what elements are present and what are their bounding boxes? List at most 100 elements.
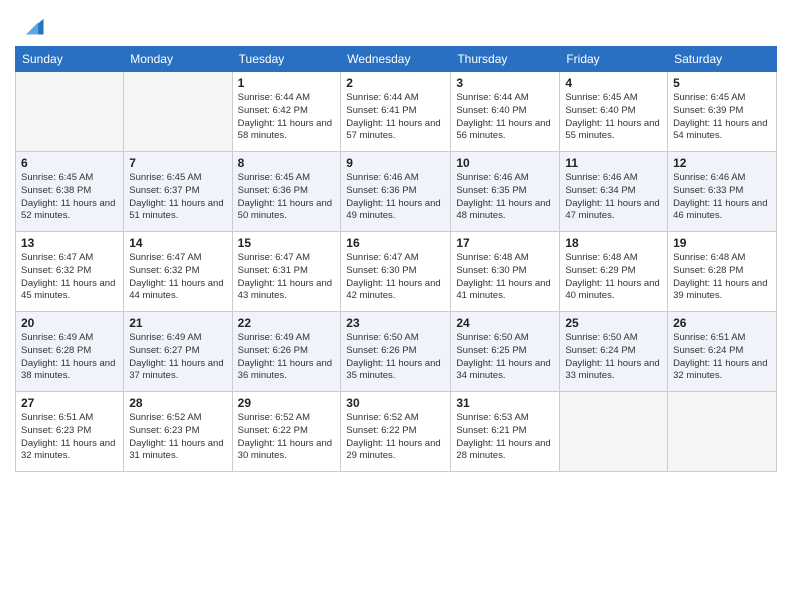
calendar-cell [16,72,124,152]
calendar-cell: 11Sunrise: 6:46 AMSunset: 6:34 PMDayligh… [560,152,668,232]
weekday-header: Monday [124,47,232,72]
day-number: 20 [21,316,118,330]
day-info: Sunrise: 6:46 AMSunset: 6:34 PMDaylight:… [565,172,662,223]
logo [15,10,47,38]
day-info: Sunrise: 6:45 AMSunset: 6:39 PMDaylight:… [673,92,771,143]
calendar-cell: 4 Sunrise: 6:45 AMSunset: 6:40 PMDaylight… [560,72,668,152]
calendar-week-row: 20 Sunrise: 6:49 AMSunset: 6:28 PMDayligh… [16,312,777,392]
day-number: 13 [21,236,118,250]
calendar-cell: 18Sunrise: 6:48 AMSunset: 6:29 PMDayligh… [560,232,668,312]
day-number: 3 [456,76,554,90]
calendar-cell [124,72,232,152]
day-info: Sunrise: 6:48 AMSunset: 6:28 PMDaylight:… [673,252,771,303]
day-info: Sunrise: 6:50 AMSunset: 6:25 PMDaylight:… [456,332,554,383]
day-number: 6 [21,156,118,170]
calendar-cell: 3 Sunrise: 6:44 AMSunset: 6:40 PMDaylight… [451,72,560,152]
day-info: Sunrise: 6:45 AMSunset: 6:38 PMDaylight:… [21,172,118,223]
calendar-cell: 15Sunrise: 6:47 AMSunset: 6:31 PMDayligh… [232,232,341,312]
weekday-header: Friday [560,47,668,72]
weekday-header: Tuesday [232,47,341,72]
day-info: Sunrise: 6:52 AMSunset: 6:23 PMDaylight:… [129,412,226,463]
day-info: Sunrise: 6:53 AMSunset: 6:21 PMDaylight:… [456,412,554,463]
day-number: 4 [565,76,662,90]
day-info: Sunrise: 6:47 AMSunset: 6:30 PMDaylight:… [346,252,445,303]
day-info: Sunrise: 6:45 AMSunset: 6:36 PMDaylight:… [238,172,336,223]
calendar-cell: 1 Sunrise: 6:44 AMSunset: 6:42 PMDaylight… [232,72,341,152]
calendar-cell: 13 Sunrise: 6:47 AMSunset: 6:32 PMDayligh… [16,232,124,312]
day-number: 5 [673,76,771,90]
day-number: 21 [129,316,226,330]
calendar-table: SundayMondayTuesdayWednesdayThursdayFrid… [15,46,777,472]
day-number: 7 [129,156,226,170]
day-info: Sunrise: 6:46 AMSunset: 6:33 PMDaylight:… [673,172,771,223]
day-number: 12 [673,156,771,170]
day-info: Sunrise: 6:49 AMSunset: 6:26 PMDaylight:… [238,332,336,383]
calendar-cell: 29 Sunrise: 6:52 AMSunset: 6:22 PMDayligh… [232,392,341,472]
calendar-cell: 21 Sunrise: 6:49 AMSunset: 6:27 PMDayligh… [124,312,232,392]
calendar-cell: 6 Sunrise: 6:45 AMSunset: 6:38 PMDaylight… [16,152,124,232]
calendar-week-row: 6 Sunrise: 6:45 AMSunset: 6:38 PMDaylight… [16,152,777,232]
day-number: 10 [456,156,554,170]
day-number: 9 [346,156,445,170]
page: SundayMondayTuesdayWednesdayThursdayFrid… [0,0,792,612]
day-number: 18 [565,236,662,250]
day-info: Sunrise: 6:48 AMSunset: 6:30 PMDaylight:… [456,252,554,303]
day-info: Sunrise: 6:47 AMSunset: 6:32 PMDaylight:… [129,252,226,303]
calendar-cell: 16Sunrise: 6:47 AMSunset: 6:30 PMDayligh… [341,232,451,312]
day-number: 28 [129,396,226,410]
day-number: 31 [456,396,554,410]
day-number: 25 [565,316,662,330]
weekday-header: Sunday [16,47,124,72]
calendar-cell: 31 Sunrise: 6:53 AMSunset: 6:21 PMDayligh… [451,392,560,472]
calendar-cell: 28 Sunrise: 6:52 AMSunset: 6:23 PMDayligh… [124,392,232,472]
day-number: 29 [238,396,336,410]
header [15,10,777,38]
calendar-cell: 12 Sunrise: 6:46 AMSunset: 6:33 PMDayligh… [668,152,777,232]
day-info: Sunrise: 6:44 AMSunset: 6:41 PMDaylight:… [346,92,445,143]
calendar-week-row: 13 Sunrise: 6:47 AMSunset: 6:32 PMDayligh… [16,232,777,312]
calendar-cell: 2 Sunrise: 6:44 AMSunset: 6:41 PMDaylight… [341,72,451,152]
day-info: Sunrise: 6:49 AMSunset: 6:28 PMDaylight:… [21,332,118,383]
day-number: 1 [238,76,336,90]
day-info: Sunrise: 6:46 AMSunset: 6:36 PMDaylight:… [346,172,445,223]
day-info: Sunrise: 6:47 AMSunset: 6:32 PMDaylight:… [21,252,118,303]
calendar-cell [560,392,668,472]
calendar-cell: 25 Sunrise: 6:50 AMSunset: 6:24 PMDayligh… [560,312,668,392]
day-info: Sunrise: 6:49 AMSunset: 6:27 PMDaylight:… [129,332,226,383]
day-number: 17 [456,236,554,250]
calendar-cell [668,392,777,472]
day-info: Sunrise: 6:51 AMSunset: 6:23 PMDaylight:… [21,412,118,463]
weekday-header: Thursday [451,47,560,72]
calendar-cell: 27Sunrise: 6:51 AMSunset: 6:23 PMDayligh… [16,392,124,472]
calendar-week-row: 27Sunrise: 6:51 AMSunset: 6:23 PMDayligh… [16,392,777,472]
day-number: 8 [238,156,336,170]
day-number: 2 [346,76,445,90]
day-info: Sunrise: 6:52 AMSunset: 6:22 PMDaylight:… [238,412,336,463]
calendar-cell: 5 Sunrise: 6:45 AMSunset: 6:39 PMDaylight… [668,72,777,152]
day-info: Sunrise: 6:46 AMSunset: 6:35 PMDaylight:… [456,172,554,223]
day-info: Sunrise: 6:45 AMSunset: 6:37 PMDaylight:… [129,172,226,223]
day-number: 24 [456,316,554,330]
calendar-cell: 7 Sunrise: 6:45 AMSunset: 6:37 PMDaylight… [124,152,232,232]
calendar-cell: 8 Sunrise: 6:45 AMSunset: 6:36 PMDaylight… [232,152,341,232]
day-number: 22 [238,316,336,330]
day-info: Sunrise: 6:45 AMSunset: 6:40 PMDaylight:… [565,92,662,143]
day-number: 30 [346,396,445,410]
calendar-cell: 9 Sunrise: 6:46 AMSunset: 6:36 PMDaylight… [341,152,451,232]
day-number: 19 [673,236,771,250]
day-info: Sunrise: 6:50 AMSunset: 6:26 PMDaylight:… [346,332,445,383]
calendar-cell: 10 Sunrise: 6:46 AMSunset: 6:35 PMDayligh… [451,152,560,232]
weekday-header: Saturday [668,47,777,72]
day-info: Sunrise: 6:44 AMSunset: 6:42 PMDaylight:… [238,92,336,143]
calendar-cell: 20 Sunrise: 6:49 AMSunset: 6:28 PMDayligh… [16,312,124,392]
calendar-cell: 26Sunrise: 6:51 AMSunset: 6:24 PMDayligh… [668,312,777,392]
weekday-header: Wednesday [341,47,451,72]
calendar-cell: 22 Sunrise: 6:49 AMSunset: 6:26 PMDayligh… [232,312,341,392]
calendar-cell: 17 Sunrise: 6:48 AMSunset: 6:30 PMDayligh… [451,232,560,312]
day-info: Sunrise: 6:50 AMSunset: 6:24 PMDaylight:… [565,332,662,383]
day-info: Sunrise: 6:44 AMSunset: 6:40 PMDaylight:… [456,92,554,143]
day-number: 14 [129,236,226,250]
calendar-cell: 19 Sunrise: 6:48 AMSunset: 6:28 PMDayligh… [668,232,777,312]
calendar-cell: 30Sunrise: 6:52 AMSunset: 6:22 PMDayligh… [341,392,451,472]
day-number: 15 [238,236,336,250]
